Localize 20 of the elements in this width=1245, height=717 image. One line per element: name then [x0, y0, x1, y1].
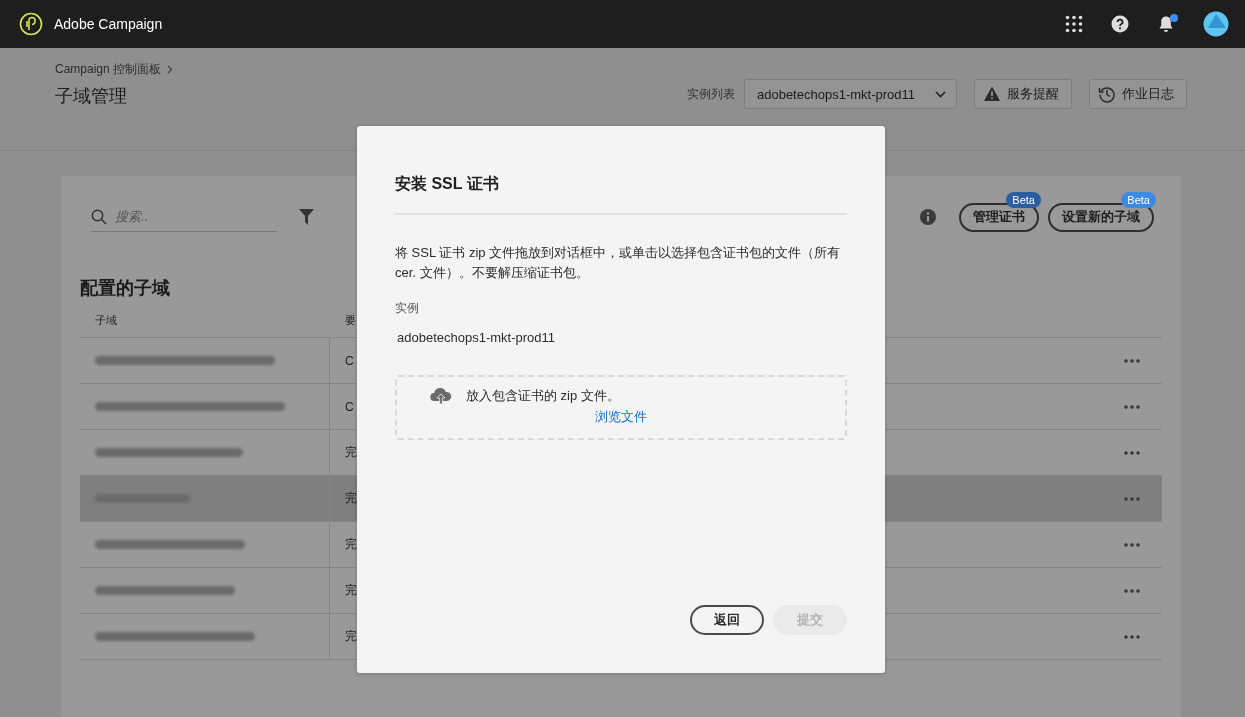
instance-value: adobetechops1-mkt-prod11	[396, 330, 557, 345]
beta-badge: Beta	[1006, 191, 1041, 208]
page-title: 子域管理	[55, 85, 128, 108]
app-name: Adobe Campaign	[54, 16, 164, 32]
table-cell: 完	[345, 536, 357, 553]
table-cell: 完	[345, 582, 357, 599]
section-title: 配置的子域	[80, 277, 170, 300]
dialog-title: 安装 SSL 证书	[395, 174, 847, 215]
beta-badge: Beta	[1121, 191, 1156, 208]
column-header: 子域	[94, 313, 118, 328]
table-cell: 完	[345, 628, 357, 645]
table-cell: C	[345, 353, 354, 368]
drop-zone-text: 放入包含证书的 zip 文件。	[466, 387, 620, 405]
column-header: 要	[344, 313, 357, 328]
instance-label: 实例	[395, 300, 420, 317]
table-cell: 完	[345, 444, 357, 461]
dialog-description: 将 SSL 证书 zip 文件拖放到对话框中，或单击以选择包含证书包的文件（所有 cer. 文件）。不要解压缩证书包。	[395, 244, 842, 282]
table-cell: 完	[345, 490, 357, 507]
instance-list-label: 实例列表	[686, 85, 735, 103]
table-cell: C	[345, 399, 354, 414]
